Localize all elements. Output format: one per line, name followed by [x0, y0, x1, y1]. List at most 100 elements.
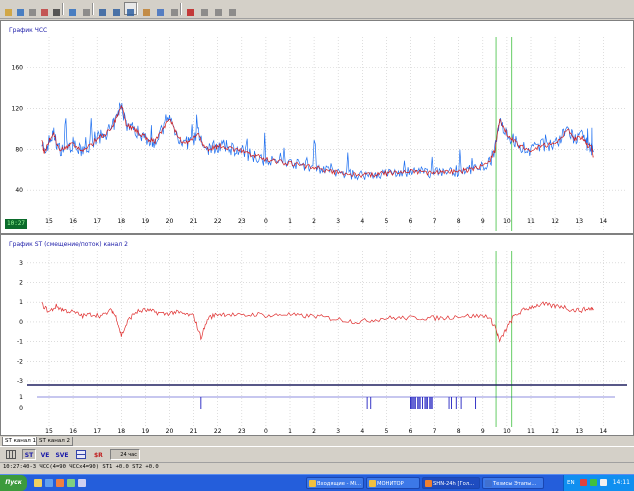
x-tick-label: 23 — [238, 428, 246, 435]
quicklaunch-desktop-icon[interactable] — [78, 479, 86, 487]
toolbar-button-9-icon[interactable] — [110, 2, 123, 16]
x-tick-label: 8 — [457, 218, 461, 225]
y-tick-label: 1 — [19, 299, 23, 306]
scale-icon[interactable]: $R — [92, 449, 106, 460]
start-button[interactable]: Пуск — [0, 475, 27, 491]
x-tick-label: 0 — [264, 428, 268, 435]
status-readout: 10:27:40-3 ЧСС(4=90 ЧССх4=90) ST1 +0.0 S… — [3, 464, 159, 470]
y-tick-label: -2 — [17, 358, 23, 365]
x-tick-label: 21 — [190, 218, 198, 225]
x-tick-label: 11 — [527, 218, 535, 225]
x-tick-label: 15 — [45, 428, 53, 435]
x-tick-label: 21 — [190, 428, 198, 435]
quicklaunch-mail-icon[interactable] — [56, 479, 64, 487]
x-tick-label: 1 — [288, 218, 292, 225]
document-icon — [485, 480, 492, 487]
x-tick-label: 16 — [69, 428, 77, 435]
taskbar-clock: 14:11 — [612, 479, 630, 486]
channel-tabs: ST канал 1 ST канал 2 — [0, 436, 634, 446]
app-icon — [425, 480, 432, 487]
y-tick-label: 0 — [19, 319, 23, 326]
sve-toggle-button[interactable]: SVE — [54, 449, 70, 460]
y-tick-label: -1 — [17, 339, 23, 346]
ve-toggle-button[interactable]: VE — [38, 449, 52, 460]
quicklaunch-app-icon[interactable] — [67, 479, 75, 487]
x-tick-label: 2 — [312, 218, 316, 225]
x-tick-label: 12 — [551, 218, 559, 225]
x-tick-label: 1 — [288, 428, 292, 435]
toolbar-button-12-icon[interactable] — [154, 2, 167, 16]
x-tick-label: 7 — [433, 218, 437, 225]
x-tick-label: 17 — [93, 218, 101, 225]
toolbar-separator — [92, 3, 94, 15]
language-indicator[interactable]: EN — [567, 475, 575, 491]
task-monitor[interactable]: МОНИТОР — [366, 477, 420, 489]
x-tick-label: 3 — [336, 428, 340, 435]
toolbar-separator — [180, 3, 182, 15]
x-tick-label: 13 — [575, 428, 583, 435]
event-tick-label: 1 — [19, 394, 23, 401]
toolbar-button-8-icon[interactable] — [96, 2, 109, 16]
x-tick-label: 23 — [238, 218, 246, 225]
y-tick-label: -3 — [17, 378, 23, 385]
x-tick-label: 5 — [384, 218, 388, 225]
toolbar-button-14-icon[interactable] — [184, 2, 197, 16]
x-tick-label: 22 — [214, 428, 222, 435]
x-tick-label: 10 — [503, 218, 511, 225]
time-cursor-readout: 10:27 — [5, 219, 27, 229]
toolbar-button-17-icon[interactable] — [226, 2, 239, 16]
hr-mean-trace — [41, 104, 594, 179]
x-tick-label: 9 — [481, 218, 485, 225]
task-inbox[interactable]: Входящие - Mi... — [306, 477, 364, 489]
x-tick-label: 14 — [599, 218, 607, 225]
x-tick-label: 11 — [527, 428, 535, 435]
x-tick-label: 13 — [575, 218, 583, 225]
tab-st-channel-2[interactable]: ST канал 2 — [36, 437, 74, 446]
y-tick-label: 160 — [12, 65, 24, 72]
x-tick-label: 7 — [433, 428, 437, 435]
x-tick-label: 6 — [409, 218, 413, 225]
x-tick-label: 19 — [142, 218, 150, 225]
x-tick-label: 4 — [360, 218, 364, 225]
x-tick-label: 15 — [45, 218, 53, 225]
tray-shield-icon[interactable] — [580, 479, 587, 486]
x-tick-label: 18 — [117, 218, 125, 225]
x-tick-label: 12 — [551, 428, 559, 435]
y-tick-label: 80 — [15, 146, 23, 153]
task-label: SHN-24h [Гол... — [433, 481, 475, 487]
tray-volume-icon[interactable] — [600, 479, 607, 486]
task-shn-24h[interactable]: SHN-24h [Гол... — [422, 477, 480, 489]
y-tick-label: 40 — [15, 187, 23, 194]
grid-icon[interactable] — [4, 449, 18, 460]
toolbar-button-11-icon[interactable] — [140, 2, 153, 16]
quicklaunch-browser-icon[interactable] — [45, 479, 53, 487]
quicklaunch-folder-icon[interactable] — [34, 479, 42, 487]
st-toggle-button[interactable]: ST — [22, 449, 36, 460]
st-chart: 15 16 17 18 19 20 21 22 23 0 1 2 3 4 5 6 7 8 9 10 11 12 13 1432… — [17, 251, 627, 435]
svg-text:$R: $R — [94, 452, 103, 459]
toolbar-button-6-icon[interactable] — [66, 2, 79, 16]
mail-icon — [309, 480, 316, 487]
toolbar-separator — [136, 3, 138, 15]
x-tick-label: 18 — [117, 428, 125, 435]
tab-st-channel-1[interactable]: ST канал 1 — [2, 437, 40, 446]
y-tick-label: 120 — [12, 105, 24, 112]
layout-icon[interactable] — [74, 449, 88, 460]
x-tick-label: 0 — [264, 218, 268, 225]
x-tick-label: 8 — [457, 428, 461, 435]
toolbar-button-15-icon[interactable] — [198, 2, 211, 16]
x-tick-label: 5 — [384, 428, 388, 435]
hr-chart-panel: График ЧСС 15 16 17 18 19 20 21 22 23 0 1 2 3 4 5 6 7 8 9 1… — [0, 20, 634, 234]
task-theses[interactable]: Тезисы Этапы... — [482, 477, 544, 489]
hr-trace — [41, 102, 594, 181]
system-tray: EN 14:11 — [563, 475, 634, 491]
tray-network-icon[interactable] — [590, 479, 597, 486]
folder-icon — [369, 480, 376, 487]
toolbar-separator — [62, 3, 64, 15]
st-chart-panel: График ST (смещение/поток) канал 2 15 16 1… — [0, 234, 634, 436]
x-tick-label: 9 — [481, 428, 485, 435]
zoom-24h-button[interactable]: 24 час — [110, 449, 140, 460]
task-label: Тезисы Этапы... — [493, 481, 537, 487]
toolbar-button-16-icon[interactable] — [212, 2, 225, 16]
y-tick-label: 2 — [19, 280, 23, 287]
